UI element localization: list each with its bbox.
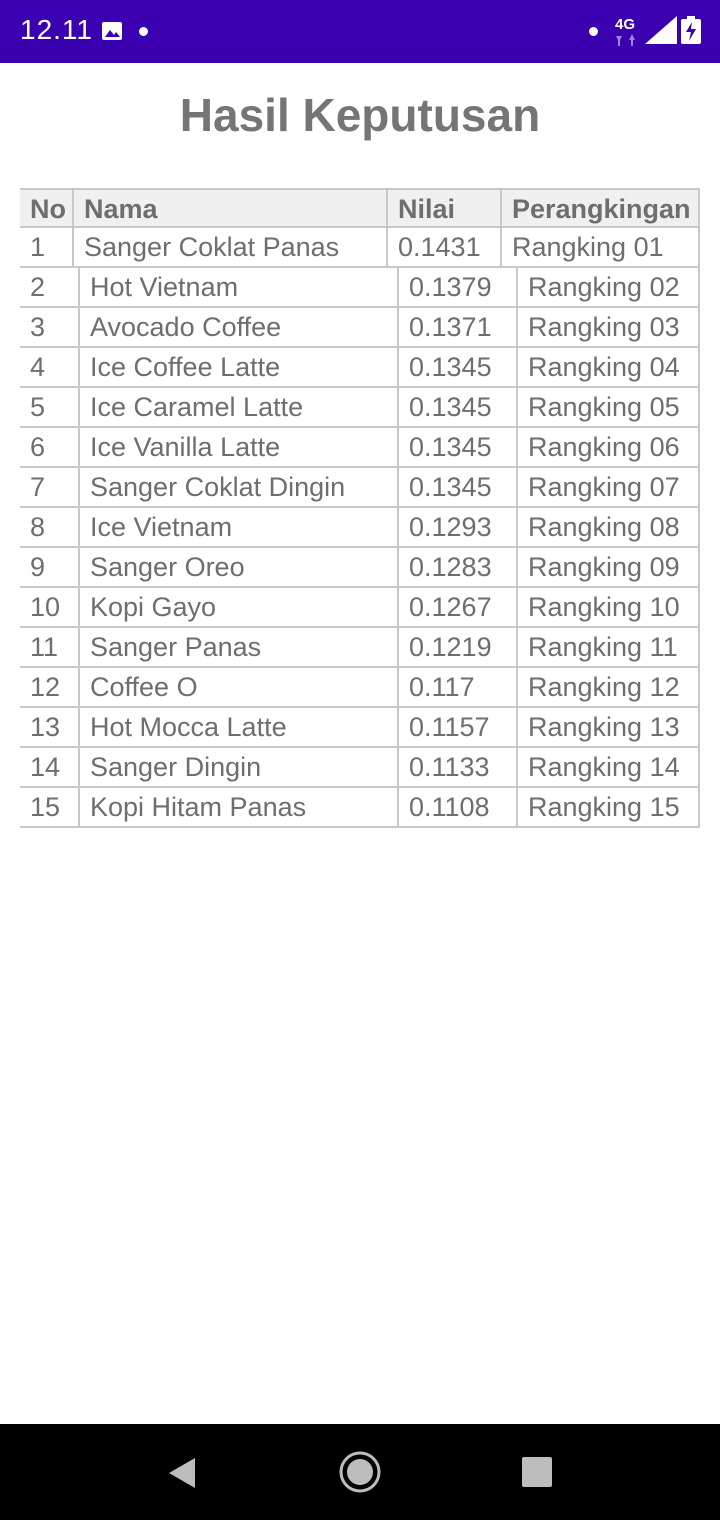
svg-text:4G: 4G [615, 16, 635, 33]
signal-icon [645, 16, 677, 44]
cell-nilai: 0.117 [397, 668, 516, 706]
table-row: 12 Coffee O 0.117 Rangking 12 [20, 668, 700, 708]
cell-rank: Rangking 03 [516, 308, 700, 346]
cell-nilai: 0.1371 [397, 308, 516, 346]
cell-no: 1 [30, 232, 46, 262]
cell-no: 8 [30, 512, 46, 542]
cell-no: 4 [30, 352, 46, 382]
cell-nama: Avocado Coffee [78, 308, 397, 346]
cell-nama: Hot Vietnam [78, 268, 397, 306]
cell-nilai: 0.1345 [397, 468, 516, 506]
notification-dot-icon [139, 27, 148, 36]
cell-rank: Rangking 14 [516, 748, 700, 786]
table-row: 11 Sanger Panas 0.1219 Rangking 11 [20, 628, 700, 668]
cell-no: 5 [30, 392, 46, 422]
cell-no: 3 [30, 312, 46, 342]
cell-nama: Ice Coffee Latte [78, 348, 397, 386]
cell-nilai: 0.1267 [397, 588, 516, 626]
table-row: 15 Kopi Hitam Panas 0.1108 Rangking 15 [20, 788, 700, 828]
cell-nilai: 0.1108 [397, 788, 516, 826]
notification-dot-icon [589, 27, 598, 36]
battery-charging-icon [681, 16, 701, 44]
cell-no: 6 [30, 432, 46, 462]
table-row: 1 Sanger Coklat Panas 0.1431 Rangking 01 [20, 228, 700, 268]
cell-no: 7 [30, 472, 46, 502]
cell-nama: Hot Mocca Latte [78, 708, 397, 746]
cell-nama: Sanger Oreo [78, 548, 397, 586]
cell-rank: Rangking 10 [516, 588, 700, 626]
cell-rank: Rangking 08 [516, 508, 700, 546]
cell-no: 9 [30, 552, 46, 582]
cell-nama: Coffee O [78, 668, 397, 706]
cell-nilai: 0.1345 [397, 428, 516, 466]
cell-nama: Kopi Hitam Panas [78, 788, 397, 826]
cell-nilai: 0.1345 [397, 348, 516, 386]
cell-nilai: 0.1345 [397, 388, 516, 426]
table-row: 2 Hot Vietnam 0.1379 Rangking 02 [20, 268, 700, 308]
header-nilai: Nilai [386, 190, 500, 226]
header-nama: Nama [72, 190, 386, 226]
recent-apps-icon[interactable] [522, 1457, 552, 1487]
cell-nama: Kopi Gayo [78, 588, 397, 626]
cell-nilai: 0.1133 [397, 748, 516, 786]
table-row: 8 Ice Vietnam 0.1293 Rangking 08 [20, 508, 700, 548]
page-title: Hasil Keputusan [179, 89, 541, 141]
cell-nilai: 0.1283 [397, 548, 516, 586]
ranking-table: No Nama Nilai Perangkingan 1 Sanger Cokl… [20, 188, 700, 828]
header-no: No [30, 194, 66, 224]
header-perangkingan: Perangkingan [500, 190, 700, 226]
cell-nama: Sanger Dingin [78, 748, 397, 786]
cell-rank: Rangking 01 [500, 228, 700, 266]
cell-nama: Ice Vietnam [78, 508, 397, 546]
cell-no: 12 [30, 672, 61, 702]
cell-no: 13 [30, 712, 61, 742]
table-row: 3 Avocado Coffee 0.1371 Rangking 03 [20, 308, 700, 348]
cell-nilai: 0.1431 [386, 228, 500, 266]
cell-nama: Sanger Coklat Dingin [78, 468, 397, 506]
cell-rank: Rangking 11 [516, 628, 700, 666]
cell-nama: Ice Caramel Latte [78, 388, 397, 426]
navigation-bar [0, 1424, 720, 1520]
table-row: 5 Ice Caramel Latte 0.1345 Rangking 05 [20, 388, 700, 428]
cell-no: 15 [30, 792, 61, 822]
cell-rank: Rangking 07 [516, 468, 700, 506]
table-row: 6 Ice Vanilla Latte 0.1345 Rangking 06 [20, 428, 700, 468]
cell-nama: Sanger Panas [78, 628, 397, 666]
cell-nilai: 0.1219 [397, 628, 516, 666]
cell-rank: Rangking 02 [516, 268, 700, 306]
image-notification-icon [102, 22, 122, 40]
cell-rank: Rangking 15 [516, 788, 700, 826]
cell-no: 14 [30, 752, 61, 782]
back-icon[interactable] [165, 1456, 199, 1490]
cell-rank: Rangking 12 [516, 668, 700, 706]
home-icon[interactable] [338, 1450, 382, 1494]
table-row: 10 Kopi Gayo 0.1267 Rangking 10 [20, 588, 700, 628]
status-bar: 12.11 4G [0, 0, 720, 63]
cell-rank: Rangking 09 [516, 548, 700, 586]
cell-rank: Rangking 04 [516, 348, 700, 386]
cell-nilai: 0.1379 [397, 268, 516, 306]
table-row: 7 Sanger Coklat Dingin 0.1345 Rangking 0… [20, 468, 700, 508]
cell-rank: Rangking 13 [516, 708, 700, 746]
cell-no: 11 [30, 632, 59, 662]
cell-no: 2 [30, 272, 46, 302]
mobile-data-4g-icon: 4G [615, 16, 635, 46]
table-row: 14 Sanger Dingin 0.1133 Rangking 14 [20, 748, 700, 788]
cell-no: 10 [30, 592, 61, 622]
table-row: 9 Sanger Oreo 0.1283 Rangking 09 [20, 548, 700, 588]
table-row: 13 Hot Mocca Latte 0.1157 Rangking 13 [20, 708, 700, 748]
cell-rank: Rangking 05 [516, 388, 700, 426]
table-row: 4 Ice Coffee Latte 0.1345 Rangking 04 [20, 348, 700, 388]
table-header-row: No Nama Nilai Perangkingan [20, 188, 700, 228]
cell-rank: Rangking 06 [516, 428, 700, 466]
cell-nilai: 0.1157 [397, 708, 516, 746]
cell-nama: Ice Vanilla Latte [78, 428, 397, 466]
status-time: 12.11 [20, 14, 93, 45]
cell-nama: Sanger Coklat Panas [72, 228, 386, 266]
cell-nilai: 0.1293 [397, 508, 516, 546]
